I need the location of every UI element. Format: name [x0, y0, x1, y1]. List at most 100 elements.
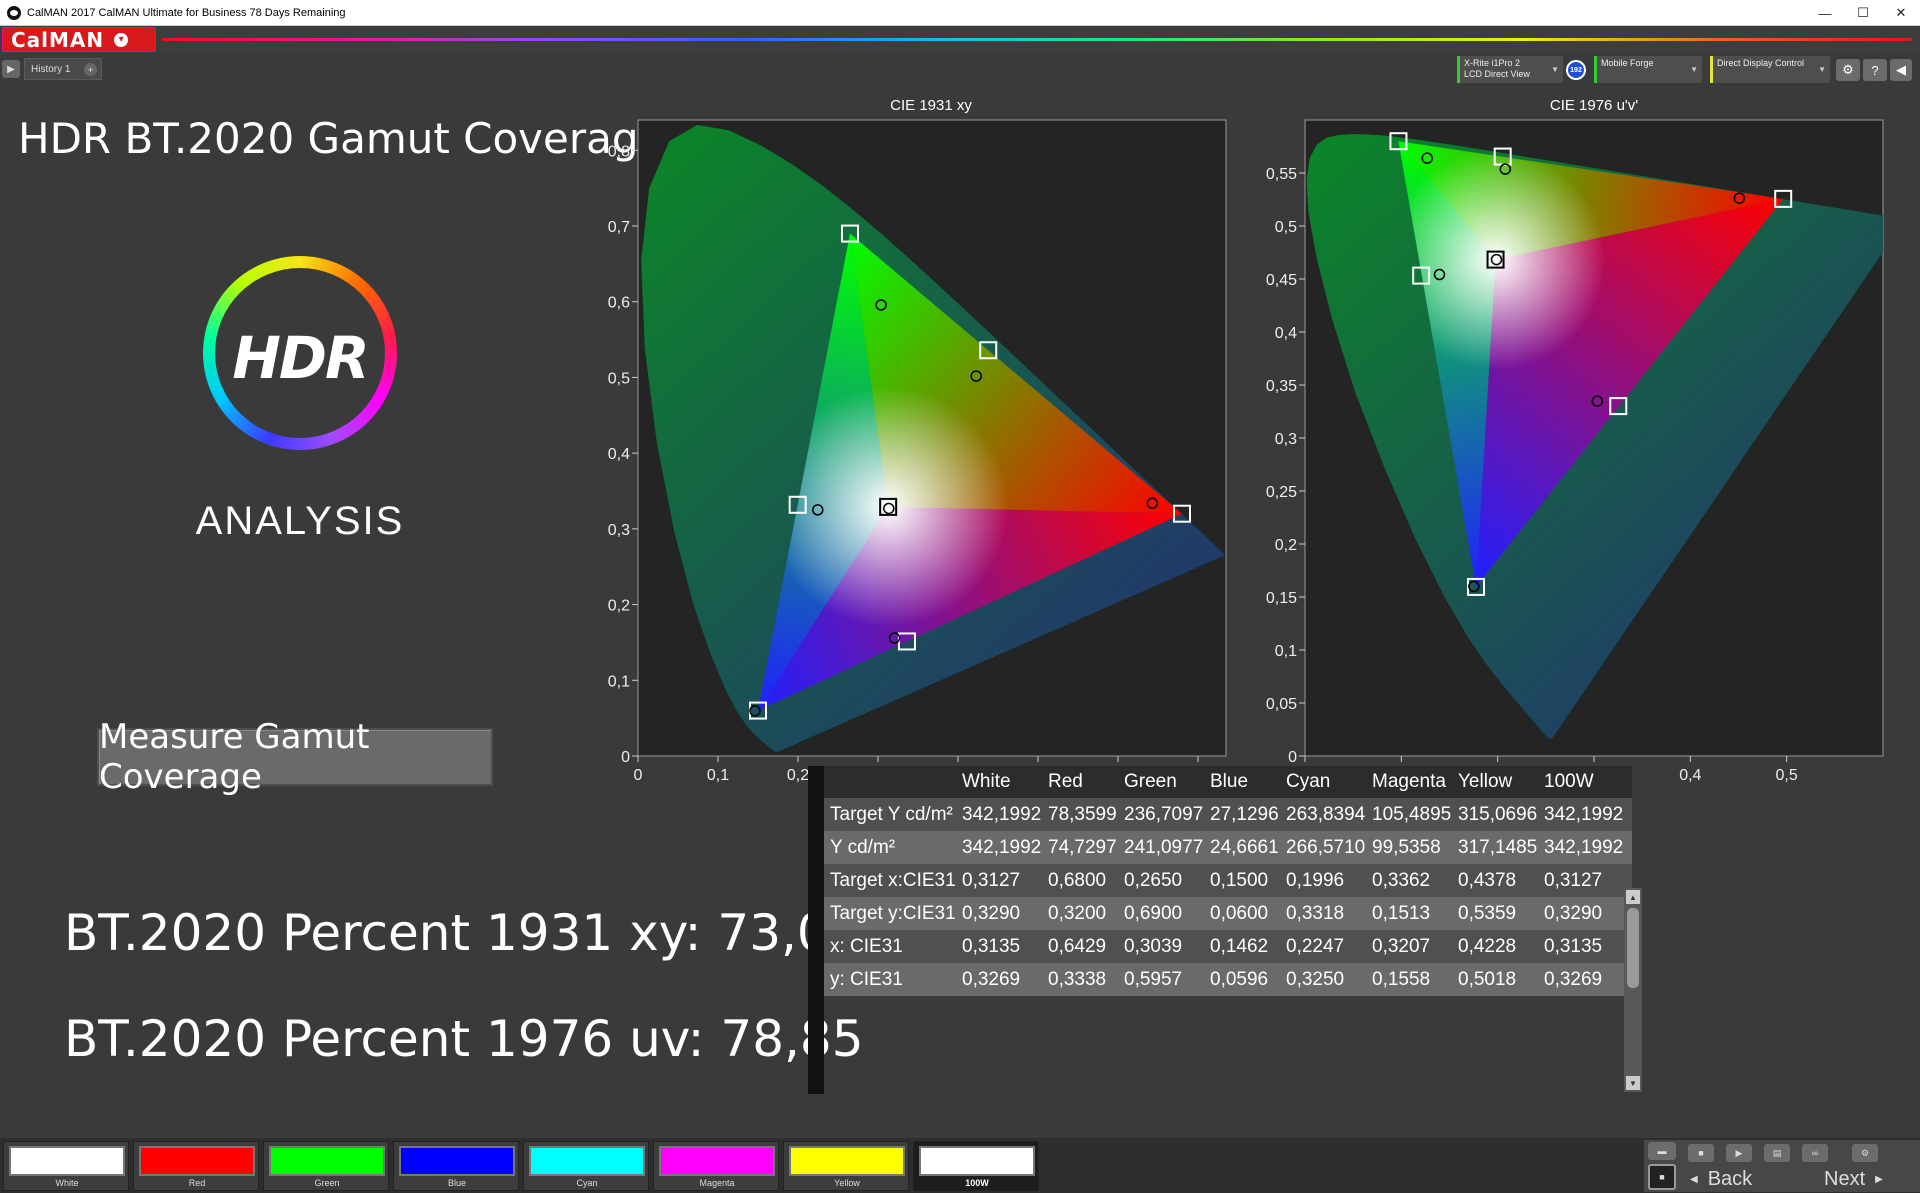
patch-swatch-yellow[interactable]: Yellow — [783, 1141, 909, 1191]
table-row[interactable]: Target y:CIE31 0,3290 0,3200 0,6900 0,0600 0,… — [824, 897, 1632, 930]
y-tick-label: 0,25 — [1266, 484, 1297, 501]
table-cell: 236,7097 — [1118, 798, 1204, 831]
patch-color-chip — [659, 1146, 775, 1176]
column-header: Magenta — [1366, 766, 1452, 798]
patch-swatch-magenta[interactable]: Magenta — [653, 1141, 779, 1191]
play-arrow-icon[interactable]: ▶ — [2, 60, 20, 78]
table-row-selector[interactable] — [808, 766, 824, 1094]
y-tick-label: 0,6 — [608, 295, 630, 312]
scroll-up-icon[interactable]: ▲ — [1626, 890, 1640, 904]
table-cell: 342,1992 — [1538, 831, 1632, 864]
y-tick-label: 0,15 — [1266, 590, 1297, 607]
table-cell: 0,3135 — [1538, 930, 1632, 963]
source-name: Mobile Forge — [1601, 58, 1654, 68]
patch-swatch-cyan[interactable]: Cyan — [523, 1141, 649, 1191]
table-cell: 266,5710 — [1280, 831, 1366, 864]
settings-icon[interactable]: ⚙ — [1852, 1144, 1878, 1162]
stop-measure-icon[interactable]: ■ — [1688, 1144, 1714, 1162]
table-scrollbar[interactable]: ▲ ▼ — [1624, 888, 1642, 1092]
workflow-toolbar: ▶ History 1 + X-Rite i1Pro 2 LCD Direct … — [0, 54, 1920, 84]
record-toggle-icon[interactable]: ▬ — [1648, 1142, 1676, 1160]
patch-swatch-green[interactable]: Green — [263, 1141, 389, 1191]
result-1976-uv: BT.2020 Percent 1976 uv: 78,85 — [64, 1010, 864, 1068]
table-cell: 24,6661 — [1204, 831, 1280, 864]
measure-gamut-coverage-button[interactable]: Measure Gamut Coverage — [97, 717, 493, 797]
y-tick-label: 0,55 — [1266, 166, 1297, 183]
table-cell: 0,3318 — [1280, 897, 1366, 930]
patch-name: Cyan — [576, 1178, 598, 1188]
patch-swatch-blue[interactable]: Blue — [393, 1141, 519, 1191]
display-selector[interactable]: Direct Display Control ▼ — [1710, 56, 1830, 83]
chevron-down-icon: ▼ — [1818, 65, 1826, 74]
x-tick-label: 0 — [634, 767, 643, 784]
chevron-down-icon: ▼ — [1690, 65, 1698, 74]
x-tick-label: 0,5 — [1776, 767, 1798, 784]
table-cell: 0,0596 — [1204, 963, 1280, 996]
close-button[interactable]: ✕ — [1882, 0, 1920, 26]
calman-logo: CalMAN — [11, 27, 105, 52]
minimize-button[interactable]: — — [1806, 0, 1844, 26]
back-button[interactable]: ◀ Back — [1690, 1168, 1752, 1190]
patch-name: Magenta — [699, 1178, 735, 1188]
table-cell: 0,6429 — [1042, 930, 1118, 963]
table-cell: 0,6800 — [1042, 864, 1118, 897]
play-icon[interactable]: ▶ — [1726, 1144, 1752, 1162]
patch-swatch-white[interactable]: White — [3, 1141, 129, 1191]
table-cell: 0,5957 — [1118, 963, 1204, 996]
y-tick-label: 0,4 — [1275, 325, 1297, 342]
scroll-thumb[interactable] — [1627, 908, 1639, 988]
meter-selector[interactable]: X-Rite i1Pro 2 LCD Direct View ▼ — [1457, 56, 1563, 83]
table-cell: 317,1485 — [1452, 831, 1538, 864]
patch-color-chip — [789, 1146, 905, 1176]
table-row[interactable]: Y cd/m² 342,1992 74,7297 241,0977 24,6661 266… — [824, 831, 1632, 864]
y-tick-label: 0,8 — [608, 143, 630, 160]
table-cell: 0,1462 — [1204, 930, 1280, 963]
patch-swatch-red[interactable]: Red — [133, 1141, 259, 1191]
table-cell: 0,1558 — [1366, 963, 1452, 996]
table-cell: 99,5358 — [1366, 831, 1452, 864]
y-tick-label: 0,3 — [608, 522, 630, 539]
window-title: CalMAN 2017 CalMAN Ultimate for Business… — [27, 6, 346, 19]
row-label: Y cd/m² — [824, 831, 956, 864]
maximize-button[interactable]: ☐ — [1844, 0, 1882, 26]
add-tab-icon[interactable]: + — [84, 63, 97, 76]
device-badge[interactable]: 192 — [1566, 60, 1586, 80]
tab-history[interactable]: History 1 + — [24, 58, 102, 80]
next-button-label: Next — [1824, 1167, 1866, 1190]
patch-color-chip — [9, 1146, 125, 1176]
next-arrow-icon: ▶ — [1875, 1173, 1883, 1185]
table-cell: 0,4378 — [1452, 864, 1538, 897]
y-tick-label: 0,4 — [608, 446, 630, 463]
calman-menu-button[interactable]: CalMAN ▾ — [2, 27, 156, 52]
y-tick-label: 0,45 — [1266, 272, 1297, 289]
row-label: Target y:CIE31 — [824, 897, 956, 930]
table-cell: 0,1996 — [1280, 864, 1366, 897]
table-cell: 263,8394 — [1280, 798, 1366, 831]
help-icon[interactable]: ? — [1863, 59, 1887, 81]
source-selector[interactable]: Mobile Forge ▼ — [1594, 56, 1702, 83]
measurement-grid: White Red Green Blue Cyan Magenta Yellow… — [824, 766, 1632, 996]
table-cell: 0,3290 — [1538, 897, 1632, 930]
table-row[interactable]: x: CIE31 0,3135 0,6429 0,3039 0,1462 0,2247 0,… — [824, 930, 1632, 963]
table-row[interactable]: Target x:CIE31 0,3127 0,6800 0,2650 0,1500 0,… — [824, 864, 1632, 897]
patch-swatch-100w[interactable]: 100W — [913, 1141, 1039, 1191]
collapse-arrow-icon[interactable]: ◀ — [1890, 59, 1912, 81]
gear-icon[interactable]: ⚙ — [1836, 59, 1860, 81]
chevron-down-icon: ▼ — [1551, 65, 1559, 74]
table-row[interactable]: Target Y cd/m² 342,1992 78,3599 236,7097 27,… — [824, 798, 1632, 831]
table-cell: 241,0977 — [1118, 831, 1204, 864]
tab-history-label: History 1 — [31, 63, 71, 75]
table-cell: 0,0600 — [1204, 897, 1280, 930]
continuous-measure-icon[interactable]: ∞ — [1802, 1144, 1828, 1162]
stop-icon[interactable]: ■ — [1648, 1164, 1676, 1190]
y-tick-label: 0,5 — [608, 370, 630, 387]
y-tick-label: 0,2 — [608, 598, 630, 615]
column-header: White — [956, 766, 1042, 798]
scroll-down-icon[interactable]: ▼ — [1626, 1076, 1640, 1090]
x-tick-label: 0,1 — [707, 767, 729, 784]
y-tick-label: 0 — [1288, 749, 1297, 766]
table-row[interactable]: y: CIE31 0,3269 0,3338 0,5957 0,0596 0,3250 0,… — [824, 963, 1632, 996]
next-button[interactable]: Next ▶ — [1824, 1168, 1883, 1190]
read-series-icon[interactable]: ▤ — [1764, 1144, 1790, 1162]
row-label: Target x:CIE31 — [824, 864, 956, 897]
